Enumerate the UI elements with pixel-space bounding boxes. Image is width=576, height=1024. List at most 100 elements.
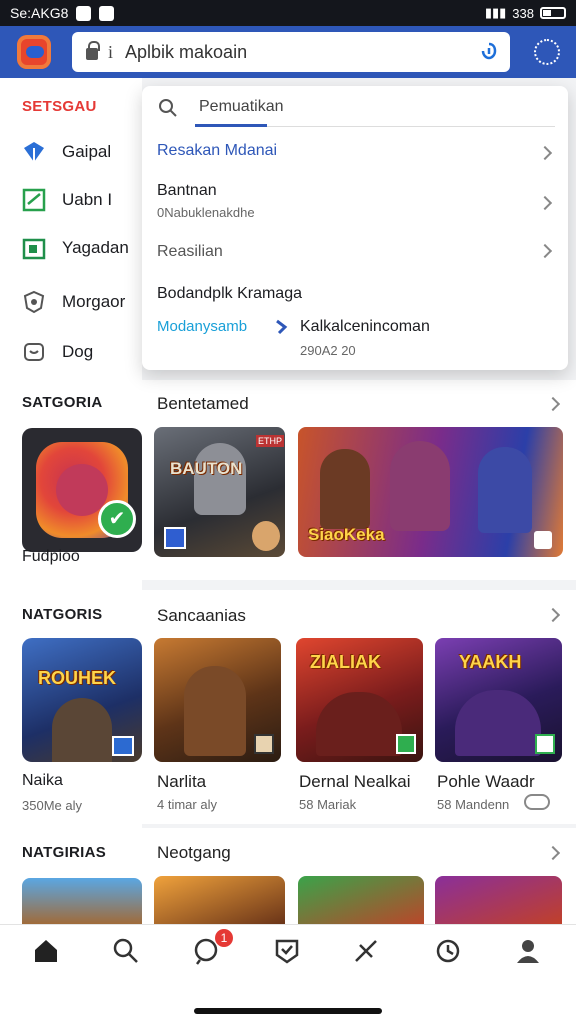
suggestion-sub: 290A2 20 [300,343,356,358]
suggestion-sub: 0Nabuklenakdhe [157,205,255,220]
avatar [252,521,280,551]
home-icon[interactable] [32,937,60,965]
diamond-icon [24,142,44,162]
check-square-icon [22,188,46,212]
app-badge-icon [396,734,416,754]
game-name: Pohle Waadr [437,772,535,791]
shield-icon [23,290,45,314]
app-logo-icon[interactable] [17,35,51,69]
address-text[interactable]: Aplbik makoain [125,42,247,63]
sidebar-item-label: Morgaor [62,292,126,311]
menu-icon[interactable] [534,39,560,65]
chevron-right-icon[interactable] [545,396,561,412]
game-name: Dernal Nealkai [299,772,411,791]
suggestion-link[interactable]: Modanysamb [157,318,247,335]
shield-check-icon[interactable] [273,937,301,965]
chevron-right-icon[interactable] [537,195,553,211]
section-title: Sancaanias [157,606,246,625]
sidebar-item-morgaor[interactable]: Morgaor [22,290,125,314]
app-badge-icon [535,734,555,754]
lock-icon [86,41,100,60]
app-thumbnail[interactable] [22,878,142,924]
chevron-right-icon[interactable] [537,243,553,259]
sidebar-heading: NATGIRIAS [22,844,107,861]
verified-icon: ✔ [98,500,136,538]
suggestion-item[interactable]: Reasilian [157,243,223,261]
section-title: Bentetamed [157,394,249,413]
game-sub: 58 Mandenn [437,797,510,812]
signal-icon: ▮▮▮ [484,5,507,20]
tray-icon [24,343,44,361]
address-bar[interactable]: i Aplbik makoain [72,32,510,72]
sidebar-item-uabn[interactable]: Uabn I [22,188,112,212]
sidebar: SETSGAU Gaipal Uabn I Yagadan Morgaor Do… [0,78,142,924]
game-thumbnail[interactable]: ZIALIAK [296,638,423,762]
game-thumbnail-title: SiaoKeka [308,525,385,544]
app-name: Naika [22,772,63,789]
status-left-text: Se:AKG8 [10,5,69,21]
game-thumbnail[interactable]: BAUTON ETHP [154,427,285,557]
section-neotgang: Neotgang [142,828,576,924]
search-icon [159,99,177,117]
app-sub: 350Me aly [22,798,82,813]
suggestion-item[interactable]: Resakan Mdanai [157,142,277,160]
game-thumbnail[interactable]: SiaoKeka [298,427,563,557]
status-bar: Se:AKG8 ▮▮▮ 338 [0,0,576,26]
app-badge-icon [254,734,274,754]
section-sancaanias: Sancaanias Narlita 4 timar aly ZIALIAK D… [142,590,576,824]
sidebar-item-gaipal[interactable]: Gaipal [22,140,111,164]
search-query[interactable]: Pemuatikan [199,98,284,116]
battery-icon [540,7,566,19]
image-notification-icon [99,5,115,21]
history-icon[interactable] [434,937,462,965]
home-indicator [194,1008,382,1014]
sidebar-item-label: Yagadan [62,238,129,257]
search-icon[interactable] [112,937,140,965]
dropdown-section-title: Bodandplk Kramaga [157,285,302,302]
game-thumbnail[interactable] [154,638,281,762]
game-sub: 58 Mariak [299,797,357,812]
notification-icon [76,5,92,21]
notification-badge: 1 [215,929,233,947]
bottom-navigation: 1 [0,924,576,1024]
suggestion-link[interactable]: Kalkalcenincoman [300,318,430,336]
game-thumbnail[interactable] [298,876,424,924]
app-badge-icon [534,531,552,549]
app-thumbnail[interactable]: ROUHEK [22,638,142,762]
game-thumbnail[interactable] [154,876,285,924]
featured-app-icon[interactable]: ✔ [22,428,142,552]
tools-icon[interactable] [352,937,380,965]
section-title: Neotgang [157,843,231,862]
game-sub: 4 timar aly [157,797,217,812]
gallery-icon [22,238,46,260]
sidebar-heading: SATGORIA [22,394,103,411]
search-suggestions-dropdown: Pemuatikan Resakan Mdanai Bantnan 0Nabuk… [142,86,568,370]
battery-level: 338 [512,5,534,21]
active-tab-indicator [195,124,267,127]
chevron-right-icon[interactable] [537,145,553,161]
sidebar-heading: NATGORIS [22,606,103,623]
mic-icon[interactable] [480,42,498,62]
chevron-right-icon[interactable] [545,607,561,623]
sidebar-item-label: Gaipal [62,142,112,161]
app-badge-icon [164,527,186,549]
featured-app-name: Fudpioo [22,548,80,565]
suggestion-item[interactable]: Bantnan [157,182,217,200]
sidebar-item-yagadan[interactable]: Yagadan [22,236,129,260]
arrow-icon [276,319,288,335]
sidebar-heading: SETSGAU [22,98,97,115]
info-icon[interactable]: i [108,42,113,63]
sidebar-item-dog[interactable]: Dog [22,340,93,364]
game-name: Narlita [157,772,207,791]
sidebar-item-label: Uabn I [62,190,113,209]
game-thumbnail-title: ZIALIAK [310,652,381,672]
toggle-icon[interactable] [524,794,550,810]
game-tag: ETHP [256,435,285,447]
chevron-right-icon[interactable] [545,845,561,861]
game-thumbnail[interactable] [435,876,562,924]
section-bentetamed: Bentetamed BAUTON ETHP SiaoKeka [142,380,576,580]
sidebar-item-label: Dog [62,342,94,361]
app-thumbnail-title: ROUHEK [38,668,117,688]
game-thumbnail[interactable]: YAAKH [435,638,562,762]
profile-icon[interactable] [514,937,542,965]
